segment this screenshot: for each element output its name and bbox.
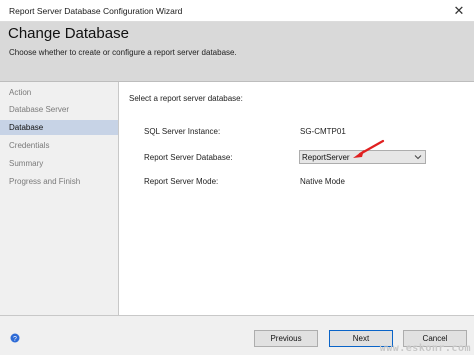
- svg-text:?: ?: [13, 336, 17, 343]
- previous-button[interactable]: Previous: [254, 330, 318, 347]
- close-icon[interactable]: ✕: [448, 0, 470, 21]
- title-bar: Report Server Database Configuration Wiz…: [0, 0, 474, 22]
- chevron-down-icon[interactable]: [413, 153, 423, 161]
- sql-instance-value: SG-CMTP01: [300, 127, 346, 136]
- sidebar-item-action[interactable]: Action: [0, 85, 118, 100]
- sidebar-item-summary[interactable]: Summary: [0, 156, 118, 171]
- report-server-database-label: Report Server Database:: [144, 153, 233, 162]
- sidebar-item-credentials[interactable]: Credentials: [0, 138, 118, 153]
- page-subtitle: Choose whether to create or configure a …: [9, 48, 237, 57]
- select-database-prompt: Select a report server database:: [129, 94, 243, 103]
- wizard-steps-sidebar: Action Database Server Database Credenti…: [0, 82, 119, 315]
- wizard-header: Change Database Choose whether to create…: [0, 22, 474, 82]
- sql-instance-label: SQL Server Instance:: [144, 127, 221, 136]
- page-title: Change Database: [8, 25, 129, 42]
- report-server-mode-label: Report Server Mode:: [144, 177, 219, 186]
- sidebar-item-database[interactable]: Database: [0, 120, 118, 135]
- window-title: Report Server Database Configuration Wiz…: [9, 6, 183, 16]
- help-icon[interactable]: ?: [10, 333, 20, 343]
- sidebar-item-progress-and-finish[interactable]: Progress and Finish: [0, 174, 118, 189]
- sidebar-item-database-server[interactable]: Database Server: [0, 102, 118, 117]
- watermark: www.eskonr.com: [379, 343, 471, 354]
- red-arrow-icon: [353, 139, 385, 158]
- report-server-mode-value: Native Mode: [300, 177, 345, 186]
- main-panel: Select a report server database: SQL Ser…: [119, 82, 474, 315]
- dropdown-selected-value: ReportServer: [302, 153, 350, 162]
